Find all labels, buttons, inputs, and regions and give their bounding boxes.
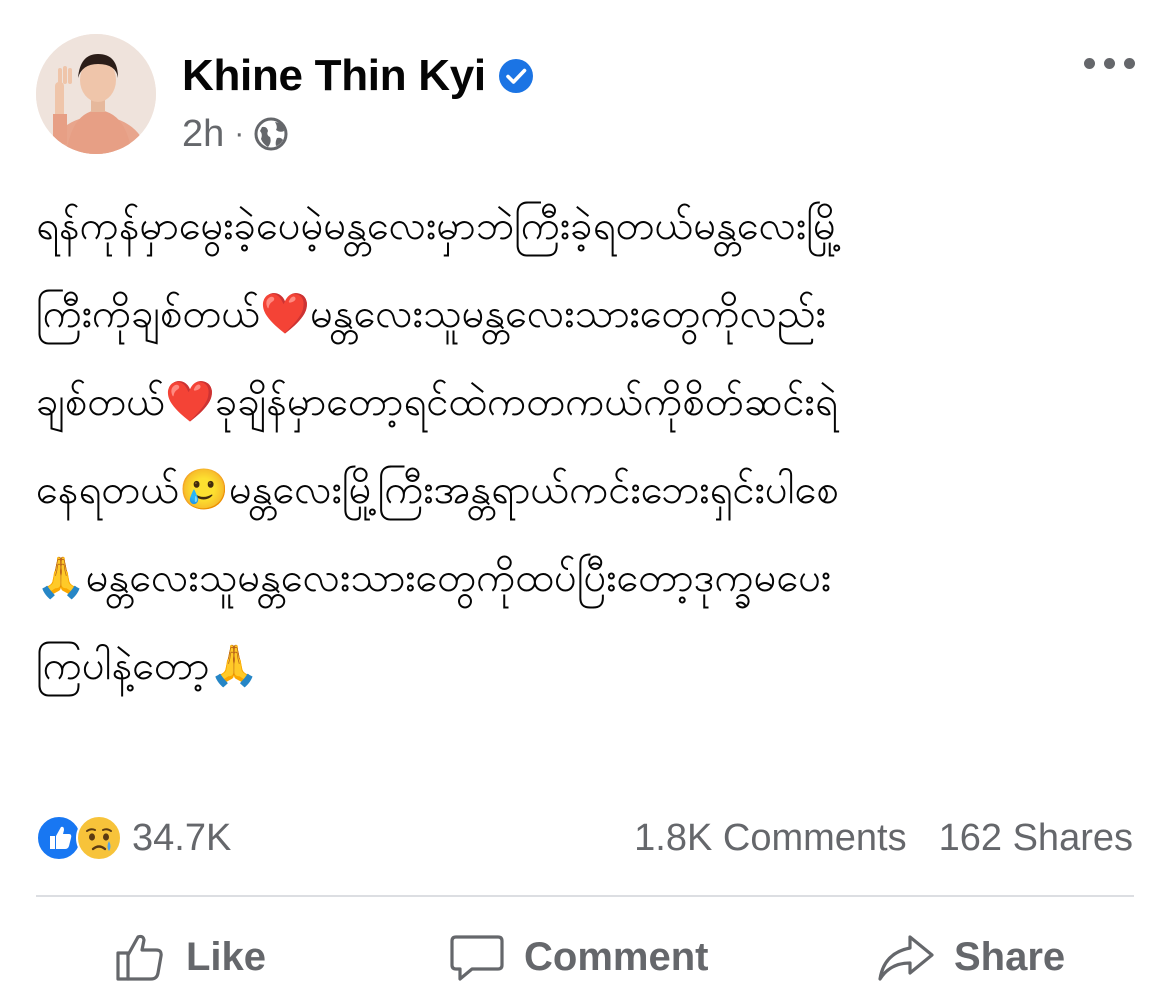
actions-divider <box>36 895 1134 897</box>
sad-reaction-icon <box>76 815 122 861</box>
comments-count[interactable]: 1.8K Comments <box>634 817 906 860</box>
avatar-image <box>36 34 156 154</box>
post-timestamp[interactable]: 2h <box>182 113 224 156</box>
post-text-line: နေရတယ်🥲မန္တလေးမြို့ကြီးအန္တရာယ်ကင်းဘေးရှ… <box>36 467 839 513</box>
engagement-stats: 1.8K Comments 162 Shares <box>634 808 1133 868</box>
post-text-line: ချစ်တယ်❤️ခုချိန်မှာတော့ရင်ထဲကတကယ်ကိုစိတ်… <box>36 379 838 425</box>
verified-badge-icon <box>498 58 534 94</box>
post-text-line: ကြပါနဲ့တော့🙏 <box>36 643 260 689</box>
post-card: Khine Thin Kyi 2h · ရန်ကုန်မှာမွေးခဲ့ပေမ… <box>0 0 1169 990</box>
post-text-line: ကြီးကိုချစ်တယ်❤️မန္တလေးသူမန္တလေးသားတွေကိ… <box>36 291 826 337</box>
like-icon <box>116 934 163 981</box>
like-label: Like <box>186 934 267 979</box>
more-dot <box>1104 58 1115 69</box>
post-meta: 2h · <box>182 112 288 156</box>
post-text-line: ရန်ကုန်မှာမွေးခဲ့ပေမဲ့မန္တလေးမှာဘဲကြီးခဲ… <box>36 203 843 249</box>
more-dot <box>1124 58 1135 69</box>
globe-icon[interactable] <box>254 117 288 151</box>
post-text: ရန်ကုန်မှာမွေးခဲ့ပေမဲ့မန္တလေးမှာဘဲကြီးခဲ… <box>36 182 1136 710</box>
reaction-count: 34.7K <box>132 816 232 859</box>
post-text-line: 🙏မန္တလေးသူမန္တလေးသားတွေကိုထပ်ပြီးတော့ဒုက… <box>36 555 832 601</box>
like-button[interactable]: Like <box>112 922 266 992</box>
comment-icon <box>450 935 504 981</box>
comment-label: Comment <box>524 934 709 979</box>
share-button[interactable]: Share <box>876 922 1065 992</box>
reactions-summary[interactable]: 34.7K <box>36 808 231 868</box>
more-options-icon[interactable] <box>1082 48 1138 78</box>
shares-count[interactable]: 162 Shares <box>939 817 1133 860</box>
author-avatar[interactable] <box>36 34 156 154</box>
comment-button[interactable]: Comment <box>448 922 708 992</box>
more-dot <box>1084 58 1095 69</box>
share-icon <box>878 935 934 981</box>
meta-separator: · <box>234 117 245 150</box>
author-line: Khine Thin Kyi <box>182 50 534 102</box>
author-name[interactable]: Khine Thin Kyi <box>182 51 486 101</box>
share-label: Share <box>954 934 1066 979</box>
